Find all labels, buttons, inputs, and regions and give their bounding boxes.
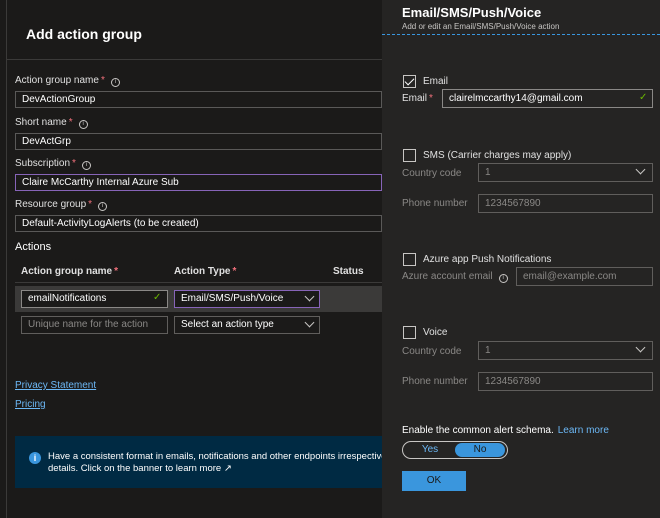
info-icon[interactable]: i [110, 78, 120, 87]
push-checkbox-label: Azure app Push Notifications [423, 254, 552, 265]
panel-subtitle: Add or edit an Email/SMS/Push/Voice acti… [402, 22, 560, 31]
azure-account-email-label: Azure account email i [402, 271, 508, 283]
email-sms-push-voice-panel: Email/SMS/Push/Voice Add or edit an Emai… [382, 0, 660, 518]
info-icon[interactable]: i [78, 120, 88, 129]
info-icon: i [29, 452, 41, 464]
sms-phone-number-input[interactable]: 1234567890 [478, 194, 653, 213]
action-type-select[interactable]: Email/SMS/Push/Voice [174, 290, 320, 308]
learn-more-link[interactable]: Learn more [558, 425, 609, 436]
privacy-statement-link[interactable]: Privacy Statement [15, 380, 96, 391]
common-alert-schema-label: Enable the common alert schema. Learn mor… [402, 425, 609, 436]
ok-button[interactable]: OK [402, 471, 466, 491]
sms-phone-number-label: Phone number [402, 198, 468, 209]
sms-checkbox-label: SMS (Carrier charges may apply) [423, 150, 572, 161]
voice-checkbox[interactable] [403, 326, 416, 339]
table-header-divider [15, 282, 382, 283]
toggle-yes-option[interactable]: Yes [405, 443, 455, 457]
toggle-no-option[interactable]: No [455, 443, 505, 457]
new-action-type-select[interactable]: Select an action type [174, 316, 320, 334]
panel-header-divider [382, 34, 660, 35]
sms-checkbox[interactable] [403, 149, 416, 162]
action-group-name-input[interactable]: DevActionGroup [15, 91, 382, 108]
email-checkbox-label: Email [423, 76, 449, 87]
info-icon[interactable]: i [81, 161, 91, 170]
column-header-action-type: Action Type * [174, 266, 237, 277]
new-action-name-input[interactable]: Unique name for the action [21, 316, 168, 334]
column-header-action-name: Action group name * [21, 266, 119, 277]
action-name-input[interactable]: emailNotifications [21, 290, 168, 308]
voice-country-code-label: Country code [402, 346, 462, 357]
banner-text: Have a consistent format in emails, noti… [48, 451, 387, 474]
panel-title: Email/SMS/Push/Voice [402, 5, 542, 20]
azure-account-email-input[interactable]: email@example.com [516, 267, 653, 286]
info-icon[interactable]: i [498, 274, 508, 283]
short-name-input[interactable]: DevActGrp [15, 133, 382, 150]
email-input[interactable]: clairelmccarthy14@gmail.com [442, 89, 653, 108]
info-icon[interactable]: i [98, 202, 108, 211]
external-link-icon: ↗ [223, 463, 232, 474]
resource-group-label: Resource group * i [15, 199, 108, 211]
email-label: Email * [402, 93, 433, 104]
common-alert-schema-toggle[interactable]: Yes No [402, 441, 508, 459]
sms-country-code-select[interactable]: 1 [478, 163, 653, 182]
voice-country-code-select[interactable]: 1 [478, 341, 653, 360]
column-header-status: Status [333, 266, 364, 277]
resource-group-select[interactable]: Default-ActivityLogAlerts (to be created… [15, 215, 382, 232]
common-schema-banner[interactable]: i Have a consistent format in emails, no… [15, 436, 386, 488]
sms-country-code-label: Country code [402, 168, 462, 179]
blade-title: Add action group [26, 26, 142, 42]
checkmark-icon: ✓ [639, 92, 648, 103]
voice-phone-number-input[interactable]: 1234567890 [478, 372, 653, 391]
voice-phone-number-label: Phone number [402, 376, 468, 387]
blade-edge-divider [6, 0, 7, 518]
blade-title-divider [6, 59, 382, 60]
push-checkbox[interactable] [403, 253, 416, 266]
subscription-label: Subscription * i [15, 158, 91, 170]
subscription-select[interactable]: Claire McCarthy Internal Azure Sub [15, 174, 382, 191]
action-group-name-label: Action group name * i [15, 75, 120, 87]
email-checkbox[interactable] [403, 75, 416, 88]
short-name-label: Short name * i [15, 117, 88, 129]
add-action-group-blade: Add action group Action group name * i Dev… [0, 0, 386, 518]
checkmark-icon: ✓ [153, 292, 162, 303]
actions-heading: Actions [15, 241, 52, 253]
voice-checkbox-label: Voice [423, 327, 448, 338]
pricing-link[interactable]: Pricing [15, 399, 46, 410]
